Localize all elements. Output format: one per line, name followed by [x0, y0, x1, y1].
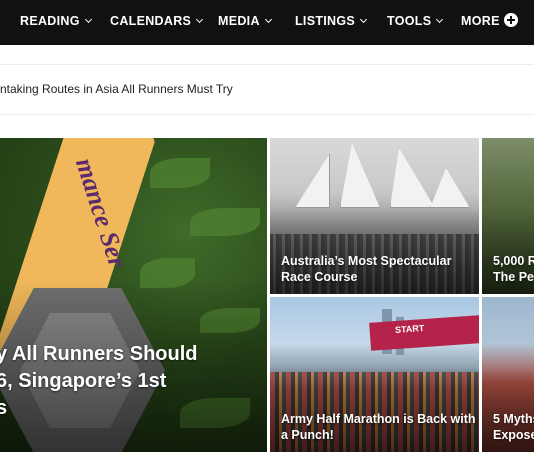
title-line: 5 Myths: [493, 412, 534, 426]
chevron-down-icon: [264, 15, 272, 24]
opera-house-sail: [340, 143, 380, 208]
divider: [0, 64, 534, 65]
nav-item-label: MEDIA: [218, 14, 260, 28]
article-tile-forest[interactable]: 5,000 R The Per: [482, 138, 534, 294]
title-line: y All Runners Should: [0, 343, 198, 365]
article-tile-myths[interactable]: 5 Myths Expose: [482, 297, 534, 452]
nav-item-label: LISTINGS: [295, 14, 356, 28]
article-tile-army-half-marathon[interactable]: START Army Half Marathon is Back with a …: [270, 297, 479, 452]
leaf-decoration: [150, 158, 210, 188]
article-title[interactable]: 5,000 R The Per: [493, 253, 534, 285]
title-line: Army Half Marathon is Back with: [281, 412, 476, 426]
opera-house-sail: [430, 168, 470, 208]
nav-item-label: TOOLS: [387, 14, 432, 28]
leaf-decoration: [190, 208, 260, 236]
title-line: Expose: [493, 428, 534, 442]
article-tile-sydney[interactable]: Australia’s Most Spectacular Race Course: [270, 138, 479, 294]
featured-article-tile[interactable]: mance Ser y All Runners Should 6, Singap…: [0, 138, 267, 452]
news-ticker-link[interactable]: ntaking Routes in Asia All Runners Must …: [0, 82, 233, 96]
title-line: 5,000 R: [493, 254, 534, 268]
chevron-down-icon: [84, 15, 92, 24]
nav-item-calendars[interactable]: CALENDARS: [110, 0, 204, 45]
nav-item-more[interactable]: MORE: [461, 0, 518, 45]
title-line: Race Course: [281, 270, 358, 284]
title-line: Australia’s Most Spectacular: [281, 254, 452, 268]
chevron-down-icon: [436, 15, 444, 24]
plus-circle-icon: [503, 13, 518, 27]
opera-house-sail: [295, 153, 330, 208]
opera-house-sail: [390, 148, 435, 208]
nav-item-label: MORE: [461, 14, 500, 28]
divider: [0, 114, 534, 115]
featured-article-title[interactable]: y All Runners Should 6, Singapore’s 1st …: [0, 341, 266, 422]
article-title[interactable]: 5 Myths Expose: [493, 411, 534, 443]
nav-item-media[interactable]: MEDIA: [218, 0, 272, 45]
title-line: a Punch!: [281, 428, 334, 442]
title-line: s: [0, 397, 8, 419]
nav-item-reading[interactable]: READING: [20, 0, 92, 45]
nav-item-tools[interactable]: TOOLS: [387, 0, 444, 45]
article-title[interactable]: Australia’s Most Spectacular Race Course: [281, 253, 471, 285]
nav-item-listings[interactable]: LISTINGS: [295, 0, 368, 45]
chevron-down-icon: [360, 15, 368, 24]
nav-item-label: CALENDARS: [110, 14, 192, 28]
title-line: The Per: [493, 270, 534, 284]
top-navigation-bar: READING CALENDARS MEDIA LISTINGS TOOLS M…: [0, 0, 534, 45]
article-title[interactable]: Army Half Marathon is Back with a Punch!: [281, 411, 476, 443]
start-arch-text: START: [394, 322, 425, 336]
chevron-down-icon: [196, 15, 204, 24]
nav-item-label: READING: [20, 14, 80, 28]
title-line: 6, Singapore’s 1st: [0, 370, 167, 392]
